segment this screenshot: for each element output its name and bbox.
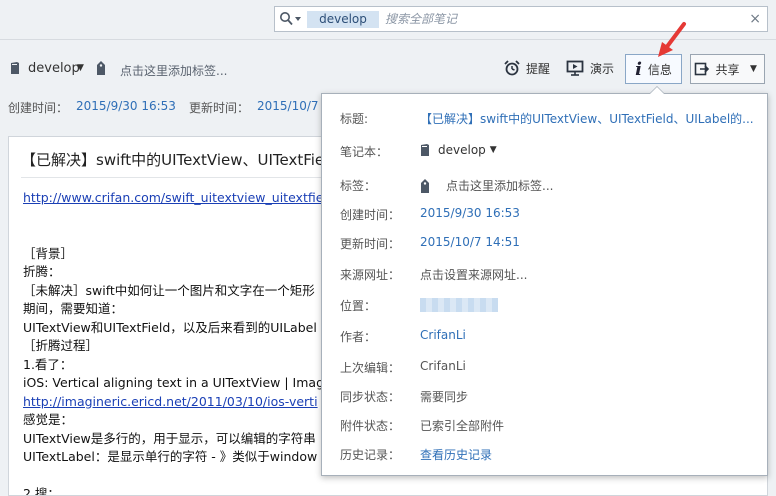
author-value[interactable]: CrifanLi	[420, 328, 466, 342]
note-toolbar: develop ▼ 点击这里添加标签... 提醒 演示 i 信息 共享 ▼	[0, 22, 776, 92]
note-line: 2.搜：	[23, 486, 60, 496]
updated-label: 更新时间：	[189, 101, 250, 115]
info-row-notebook: 笔记本： develop ▼	[322, 141, 769, 161]
notebook-selector[interactable]: develop	[28, 61, 80, 76]
updated-value: 2015/10/7	[257, 99, 319, 113]
author-label: 作者：	[340, 330, 377, 344]
notebook-name: develop	[438, 143, 486, 157]
notebook-icon	[421, 144, 429, 156]
sync-label: 同步状态：	[340, 390, 401, 404]
presentation-icon	[566, 60, 584, 76]
info-icon: i	[635, 58, 642, 80]
reminder-label: 提醒	[526, 61, 551, 76]
created-value[interactable]: 2015/9/30 16:53	[420, 206, 520, 220]
last-edit-label: 上次编辑：	[340, 361, 401, 375]
info-row-attachments: 附件状态： 已索引全部附件	[322, 415, 769, 435]
search-scope-notebook[interactable]: develop	[307, 11, 379, 28]
created-label: 创建时间：	[8, 101, 69, 115]
info-row-updated: 更新时间： 2015/10/7 14:51	[322, 233, 769, 253]
share-button[interactable]: 共享	[690, 54, 744, 84]
tags-label: 标签：	[340, 179, 377, 193]
note-title[interactable]: 【已解决】swift中的UITextView、UITextFie	[21, 149, 324, 170]
info-row-location: 位置：	[322, 295, 769, 315]
history-label: 历史记录：	[340, 448, 401, 462]
view-history-link[interactable]: 查看历史记录	[420, 446, 492, 463]
info-row-sync: 同步状态： 需要同步	[322, 386, 769, 406]
add-tag-field[interactable]: 点击这里添加标签...	[120, 62, 227, 79]
source-value[interactable]: 点击设置来源网址...	[420, 266, 527, 283]
alarm-clock-icon	[504, 60, 520, 76]
search-input[interactable]	[385, 10, 745, 28]
search-icon[interactable]	[279, 11, 303, 27]
tags-placeholder: 点击这里添加标签...	[446, 179, 554, 193]
created-label: 创建时间：	[340, 208, 401, 222]
share-label: 共享	[715, 62, 740, 77]
source-label: 来源网址：	[340, 268, 401, 282]
sync-value: 需要同步	[420, 390, 469, 404]
reminder-button[interactable]: 提醒	[504, 58, 550, 78]
info-row-created: 创建时间： 2015/9/30 16:53	[322, 204, 769, 224]
note-info-popover: 标题: 【已解决】swift中的UITextView、UITextField、U…	[321, 86, 769, 476]
info-row-source: 来源网址： 点击设置来源网址...	[322, 264, 769, 284]
chevron-down-icon: ▼	[489, 145, 497, 155]
attach-value: 已索引全部附件	[420, 419, 505, 433]
location-value-redacted	[420, 298, 498, 312]
share-dropdown-chevron-icon[interactable]: ▼	[743, 54, 765, 84]
notebook-icon	[11, 62, 19, 74]
tag-icon	[97, 61, 105, 75]
info-row-title: 标题: 【已解决】swift中的UITextView、UITextField、U…	[322, 108, 769, 128]
info-label: 信息	[647, 62, 672, 77]
share-icon	[695, 62, 710, 76]
info-row-author: 作者： CrifanLi	[322, 326, 769, 346]
clear-icon[interactable]: ×	[749, 11, 761, 27]
created-value: 2015/9/30 16:53	[76, 99, 176, 113]
updated-value[interactable]: 2015/10/7 14:51	[420, 235, 520, 249]
notebook-value[interactable]: develop ▼	[420, 143, 497, 157]
present-label: 演示	[590, 61, 615, 76]
tags-value[interactable]: 点击这里添加标签...	[420, 177, 553, 194]
annotation-arrow-icon	[658, 22, 686, 57]
present-button[interactable]: 演示	[566, 58, 614, 78]
notebook-label: 笔记本：	[340, 145, 389, 159]
tag-icon	[421, 178, 429, 193]
updated-label: 更新时间：	[340, 237, 401, 251]
attach-label: 附件状态：	[340, 419, 401, 433]
info-row-history: 历史记录： 查看历史记录	[322, 444, 769, 464]
title-value[interactable]: 【已解决】swift中的UITextView、UITextField、UILab…	[420, 110, 754, 127]
chevron-down-icon[interactable]: ▼	[77, 63, 84, 73]
search-box[interactable]: develop ×	[274, 6, 768, 32]
info-row-tags: 标签： 点击这里添加标签...	[322, 175, 769, 195]
location-label: 位置：	[340, 299, 377, 313]
info-row-last-edit: 上次编辑： CrifanLi	[322, 357, 769, 377]
last-edit-value: CrifanLi	[420, 359, 466, 373]
title-label: 标题:	[340, 112, 369, 126]
